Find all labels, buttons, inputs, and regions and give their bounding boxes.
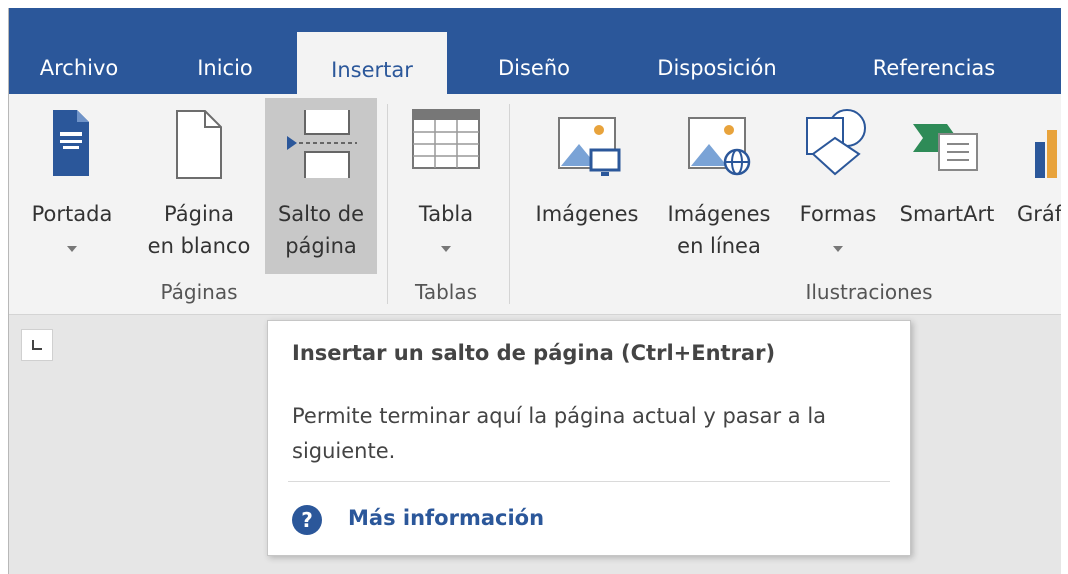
tab-referencias[interactable]: Referencias <box>851 46 1017 94</box>
ribbon-tab-bar: Archivo Inicio Insertar Diseño Disposici… <box>9 8 1061 94</box>
grafico-button[interactable]: Gráf <box>1009 98 1061 274</box>
tooltip-divider <box>288 481 890 482</box>
online-pictures-icon <box>688 117 751 176</box>
tab-insertar[interactable]: Insertar <box>297 32 447 94</box>
shapes-icon <box>806 109 866 176</box>
group-label-paginas: Páginas <box>160 280 238 304</box>
help-icon: ? <box>292 505 322 535</box>
page-break-icon <box>287 110 357 178</box>
tooltip-description: Permite terminar aquí la página actual y… <box>292 404 827 463</box>
tooltip: Insertar un salto de página (Ctrl+Entrar… <box>267 320 911 556</box>
smartart-button[interactable]: SmartArt <box>889 98 1005 274</box>
tabla-label: Tabla <box>418 202 474 226</box>
chevron-down-icon <box>833 246 843 252</box>
chart-icon <box>1035 130 1057 178</box>
word-window: Archivo Inicio Insertar Diseño Disposici… <box>8 8 1061 574</box>
salto-de-pagina-label: Salto de página <box>277 202 365 258</box>
tab-selector-icon[interactable] <box>21 329 53 361</box>
group-separator <box>387 104 388 304</box>
table-icon <box>412 109 480 169</box>
group-label-ilustraciones: Ilustraciones <box>805 280 933 304</box>
tab-archivo[interactable]: Archivo <box>19 46 139 94</box>
portada-label: Portada <box>31 202 113 226</box>
pictures-icon <box>558 117 621 176</box>
grafico-label: Gráf <box>1017 202 1061 226</box>
group-separator <box>509 104 510 304</box>
group-label-tablas: Tablas <box>414 280 478 304</box>
mas-informacion-label: Más información <box>348 506 545 530</box>
chevron-down-icon <box>67 246 77 252</box>
tab-disposicion[interactable]: Disposición <box>631 46 803 94</box>
blank-page-icon <box>176 110 222 179</box>
ribbon-insertar: Portada Página en blanco Salto de página <box>9 94 1061 315</box>
salto-de-pagina-button[interactable]: Salto de página <box>265 98 377 274</box>
smartart-icon <box>913 124 978 171</box>
tab-inicio[interactable]: Inicio <box>175 46 275 94</box>
smartart-label: SmartArt <box>899 202 995 226</box>
chevron-down-icon <box>441 246 451 252</box>
imagenes-button[interactable]: Imágenes <box>523 98 651 274</box>
tabla-button[interactable]: Tabla <box>403 98 489 274</box>
tab-diseno[interactable]: Diseño <box>481 46 587 94</box>
formas-button[interactable]: Formas <box>789 98 887 274</box>
pagina-en-blanco-button[interactable]: Página en blanco <box>135 98 263 274</box>
tooltip-title: Insertar un salto de página (Ctrl+Entrar… <box>292 341 776 365</box>
pagina-en-blanco-label: Página en blanco <box>147 202 251 258</box>
imagenes-label: Imágenes <box>535 202 639 226</box>
cover-page-icon <box>53 110 89 176</box>
imagenes-en-linea-label: Imágenes en línea <box>667 202 771 258</box>
formas-label: Formas <box>799 202 877 226</box>
imagenes-en-linea-button[interactable]: Imágenes en línea <box>653 98 785 274</box>
portada-button[interactable]: Portada <box>13 98 131 274</box>
